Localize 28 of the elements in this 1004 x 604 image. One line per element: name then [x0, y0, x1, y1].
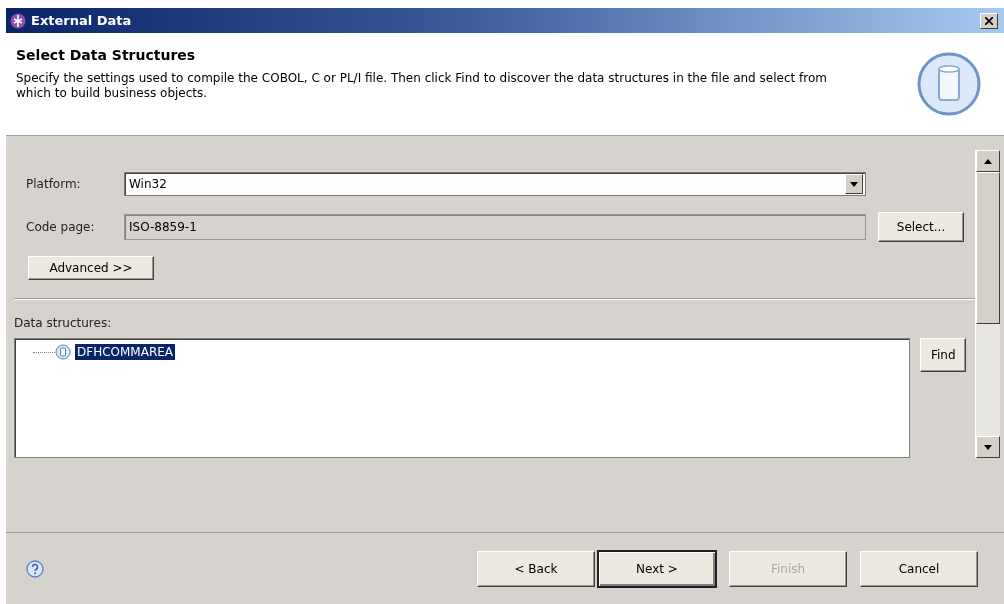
scroll-up-icon[interactable]	[984, 158, 992, 164]
tree-node[interactable]: DFHCOMMAREA	[75, 344, 176, 360]
dialog-button[interactable]: Cancel	[860, 550, 978, 587]
close-icon	[985, 16, 993, 25]
close-button[interactable]	[980, 12, 998, 29]
help-icon[interactable]	[26, 559, 44, 578]
code-page-label: Code page:	[26, 220, 96, 234]
scrollbar-thumb[interactable]	[976, 172, 1000, 324]
select-button[interactable]: Select...	[878, 212, 964, 242]
advanced-button[interactable]: Advanced >>	[28, 256, 154, 280]
page-description: Specify the settings used to compile the COBOL, C or PL/I file. Then click Find to discover the data structures in the file and select from which to build business objects.	[16, 71, 828, 101]
tree-view[interactable]: DFHCOMMAREA	[14, 338, 910, 458]
structure-icon	[55, 344, 71, 360]
app-icon	[10, 12, 26, 29]
data-structures-label: Data structures:	[14, 316, 113, 330]
page-title: Select Data Structures	[16, 47, 197, 63]
window-title: External Data	[31, 13, 133, 28]
platform-dropdown[interactable]: Win32	[124, 172, 866, 196]
scrollbar[interactable]	[975, 150, 1000, 458]
platform-value: Win32	[129, 177, 167, 191]
platform-label: Platform:	[26, 177, 82, 191]
dialog-button[interactable]: Next >	[598, 550, 716, 587]
dropdown-arrow-icon	[850, 181, 858, 187]
database-icon	[917, 52, 981, 116]
dialog-button[interactable]: < Back	[477, 550, 595, 587]
find-button[interactable]: Find	[920, 338, 966, 372]
scroll-down-icon[interactable]	[984, 444, 992, 450]
code-page-field[interactable]: ISO-8859-1	[124, 214, 866, 240]
